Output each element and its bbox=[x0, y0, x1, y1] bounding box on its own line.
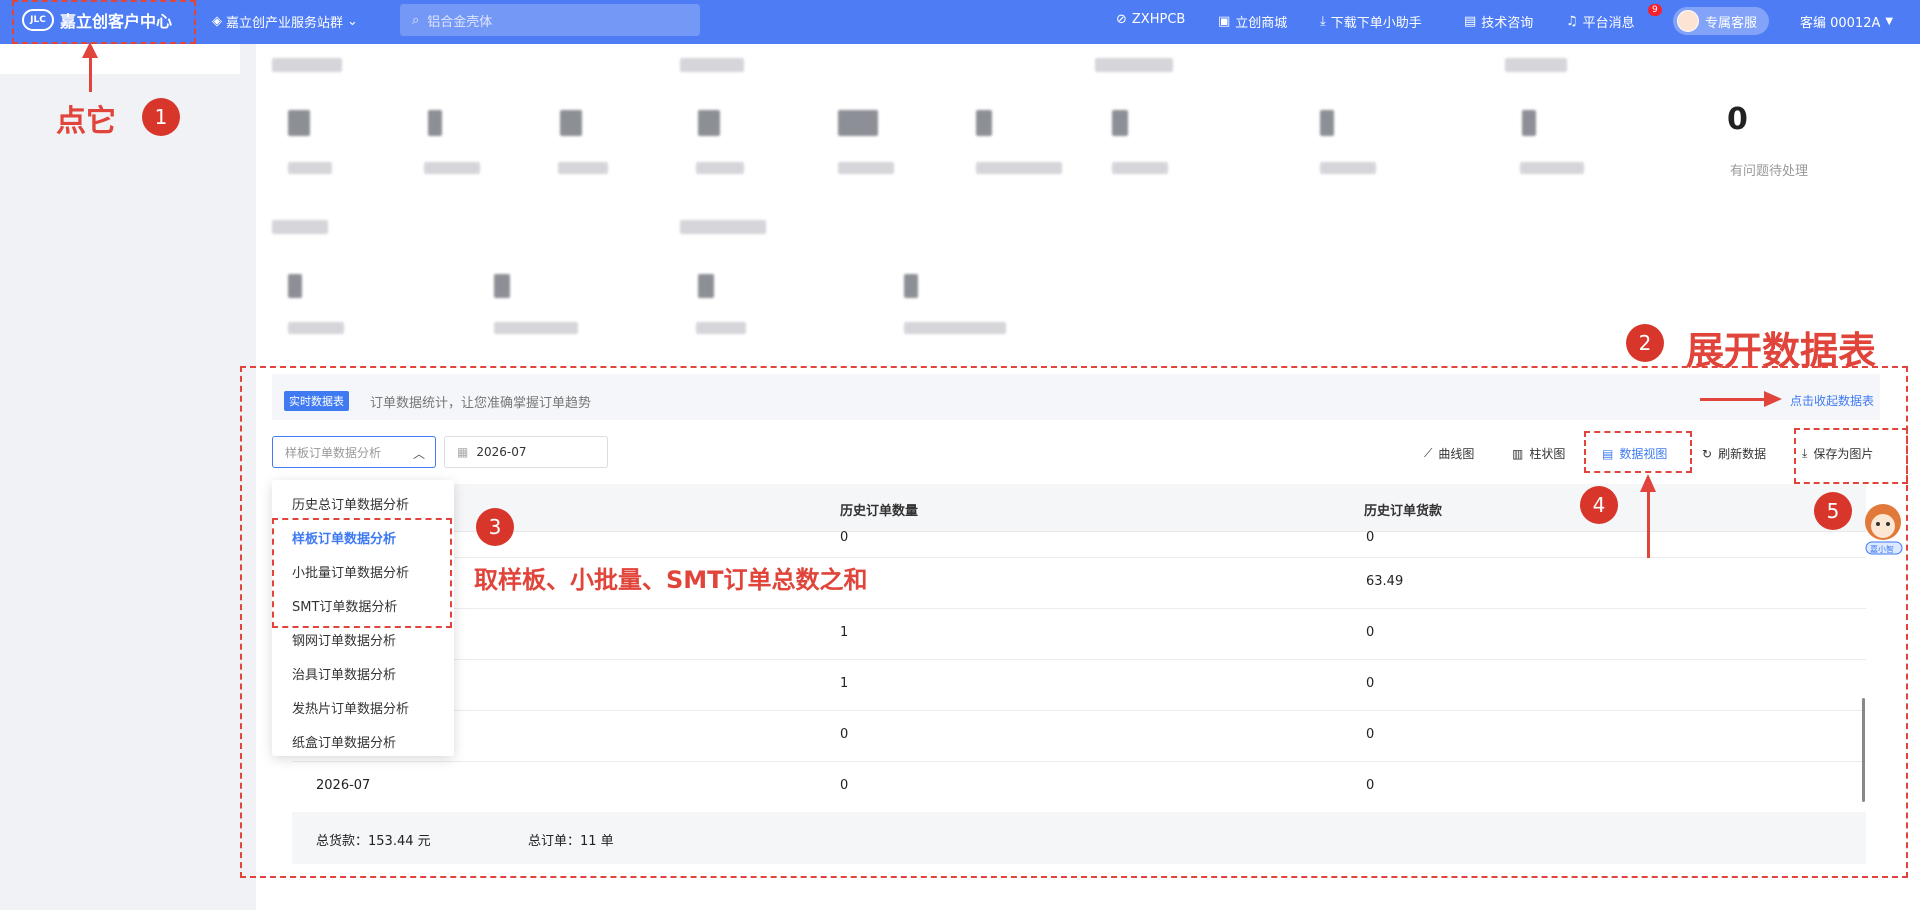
step-badge-5: 5 bbox=[1814, 492, 1852, 530]
nav-label: 下载下单小助手 bbox=[1330, 16, 1422, 31]
stat-value bbox=[288, 110, 310, 136]
chevron-down-icon: ⌄ bbox=[347, 14, 358, 29]
problem-label: 有问题待处理 bbox=[1730, 164, 1809, 179]
stat-label bbox=[424, 162, 480, 174]
stat-value bbox=[494, 274, 510, 298]
layers-icon: ◈ bbox=[212, 14, 222, 29]
problem-count: 0 bbox=[1727, 102, 1748, 137]
stat-label bbox=[696, 322, 746, 334]
annotation-box-data-view bbox=[1584, 431, 1692, 473]
stat-label bbox=[288, 322, 344, 334]
stat-value bbox=[904, 274, 918, 298]
message-count-badge: 9 bbox=[1648, 4, 1662, 16]
stat-group-title bbox=[272, 220, 328, 234]
nav-lcsc-mall[interactable]: ▣ 立创商城 bbox=[1218, 12, 1287, 31]
stat-value bbox=[560, 110, 582, 136]
stat-label bbox=[696, 162, 744, 174]
stat-label bbox=[558, 162, 608, 174]
link-icon: ⊘ bbox=[1116, 12, 1127, 27]
annotation-arrow bbox=[89, 52, 92, 92]
annotation-click-it: 点它 bbox=[56, 104, 116, 139]
stat-label bbox=[1320, 162, 1376, 174]
search-placeholder: 铝合金壳体 bbox=[427, 14, 493, 30]
search-icon: ⌕ bbox=[412, 12, 420, 28]
stat-group-title bbox=[680, 220, 766, 234]
download-icon: ⤓ bbox=[1320, 14, 1326, 29]
arrow-head-icon bbox=[82, 42, 98, 58]
document-icon: ▤ bbox=[1464, 14, 1477, 29]
avatar bbox=[1677, 10, 1699, 32]
site-group-dropdown[interactable]: ◈ 嘉立创产业服务站群 ⌄ bbox=[212, 12, 358, 31]
annotation-expand-table: 展开数据表 bbox=[1686, 329, 1877, 373]
stat-label bbox=[904, 322, 1006, 334]
caret-down-icon: ▼ bbox=[1885, 16, 1894, 27]
step-badge-3: 3 bbox=[476, 508, 514, 546]
annotation-sum-note: 取样板、小批量、SMT订单总数之和 bbox=[474, 566, 868, 594]
annotation-box-options bbox=[272, 518, 452, 628]
nav-tech-consult[interactable]: ▤ 技术咨询 bbox=[1464, 12, 1533, 31]
stat-label bbox=[1520, 162, 1584, 174]
bag-icon: ▣ bbox=[1218, 14, 1231, 29]
nav-label: ZXHPCB bbox=[1131, 12, 1186, 27]
stat-value bbox=[698, 110, 720, 136]
stat-value bbox=[1320, 110, 1334, 136]
service-label: 专属客服 bbox=[1705, 15, 1758, 31]
stat-value bbox=[428, 110, 442, 136]
stat-value bbox=[1112, 110, 1128, 136]
search-input[interactable]: ⌕ 铝合金壳体 bbox=[400, 4, 700, 36]
stat-value bbox=[1522, 110, 1536, 136]
annotation-box-brand bbox=[12, 0, 196, 44]
step-badge-4: 4 bbox=[1580, 486, 1618, 524]
stat-group-title bbox=[680, 58, 744, 72]
arrow-head-icon bbox=[1764, 391, 1782, 407]
annotation-box-save-image bbox=[1794, 428, 1908, 484]
stat-label bbox=[838, 162, 894, 174]
stat-group-title bbox=[272, 58, 342, 72]
nav-download-assistant[interactable]: ⤓ 下载下单小助手 bbox=[1320, 12, 1422, 31]
bell-icon: ♫ bbox=[1566, 14, 1578, 29]
nav-label: 技术咨询 bbox=[1481, 16, 1534, 31]
arrow-head-icon bbox=[1640, 474, 1656, 492]
site-group-label: 嘉立创产业服务站群 bbox=[226, 16, 344, 31]
annotation-arrow bbox=[1647, 488, 1650, 558]
nav-label: 平台消息 bbox=[1582, 16, 1635, 31]
stat-value bbox=[838, 110, 878, 136]
stat-group-title bbox=[1095, 58, 1173, 72]
account-menu[interactable]: 客编 00012A ▼ bbox=[1800, 12, 1893, 31]
step-badge-2: 2 bbox=[1626, 324, 1664, 362]
stat-label bbox=[976, 162, 1062, 174]
sidebar-card bbox=[0, 44, 240, 74]
top-navigation-bar: JLC 嘉立创客户中心 ◈ 嘉立创产业服务站群 ⌄ ⌕ 铝合金壳体 ⊘ ZXHPC… bbox=[0, 0, 1920, 44]
step-badge-1: 1 bbox=[142, 98, 180, 136]
stat-label bbox=[1112, 162, 1168, 174]
stat-label bbox=[288, 162, 332, 174]
nav-platform-messages[interactable]: ♫ 平台消息 bbox=[1566, 12, 1635, 31]
exclusive-service-button[interactable]: 专属客服 bbox=[1673, 7, 1769, 35]
annotation-arrow bbox=[1700, 398, 1766, 401]
stat-group-title bbox=[1505, 58, 1567, 72]
stat-label bbox=[494, 322, 578, 334]
stat-value bbox=[698, 274, 714, 298]
nav-label: 立创商城 bbox=[1235, 16, 1288, 31]
account-label: 客编 00012A bbox=[1800, 16, 1881, 31]
nav-zxhpcb[interactable]: ⊘ ZXHPCB bbox=[1116, 12, 1185, 27]
stat-value bbox=[288, 274, 302, 298]
stat-value bbox=[976, 110, 992, 136]
